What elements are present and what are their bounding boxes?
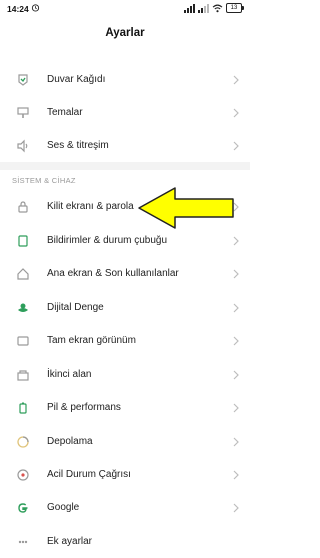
status-bar: 14:24 13 [0,0,250,18]
settings-item-label: Temalar [47,107,83,118]
wallpaper-icon [18,74,28,86]
section-header: SİSTEM & CİHAZ [12,176,76,185]
signal-icon [184,3,195,13]
settings-item-wallpaper[interactable]: Duvar Kağıdı [0,66,250,96]
battery-indicator: 13 [226,3,244,13]
settings-item-emergency-sos[interactable]: Acil Durum Çağrısı [0,461,250,491]
settings-item-label: İkinci alan [47,369,92,380]
chevron-right-icon [233,236,239,246]
section-divider [0,162,250,170]
settings-item-battery[interactable]: Pil & performans [0,394,250,424]
chevron-right-icon [233,437,239,447]
battery-icon [19,402,27,414]
settings-item-label: Ses & titreşim [47,140,109,151]
chevron-right-icon [233,141,239,151]
chevron-right-icon [233,470,239,480]
settings-item-label: Acil Durum Çağrısı [47,469,131,480]
settings-item-label: Depolama [47,436,93,447]
settings-item-second-space[interactable]: İkinci alan [0,361,250,391]
settings-item-additional[interactable]: Ek ayarlar [0,528,250,558]
battery-level: 13 [230,5,238,11]
settings-item-home-screen[interactable]: Ana ekran & Son kullanılanlar [0,260,250,290]
settings-item-label: Google [47,502,80,513]
home-icon [17,268,29,280]
settings-item-label: Kilit ekranı & parola [47,201,134,212]
google-icon [18,503,28,513]
sound-icon [17,139,28,153]
storage-icon [17,436,29,448]
chevron-right-icon [233,75,239,85]
lock-icon [18,201,28,213]
settings-item-label: Duvar Kağıdı [47,74,106,85]
wifi-icon [212,4,223,12]
settings-item-fullscreen[interactable]: Tam ekran görünüm [0,327,250,357]
chevron-right-icon [233,503,239,513]
settings-item-digital-wellbeing[interactable]: Dijital Denge [0,294,250,324]
settings-item-label: Bildirimler & durum çubuğu [47,235,168,246]
alarm-icon [31,4,40,12]
settings-item-notifications[interactable]: Bildirimler & durum çubuğu [0,227,250,257]
chevron-right-icon [233,269,239,279]
settings-item-storage[interactable]: Depolama [0,428,250,458]
settings-item-label: Dijital Denge [47,302,104,313]
chevron-right-icon [233,303,239,313]
page-title: Ayarlar [105,27,145,39]
highlight-arrow-icon [138,187,234,229]
chevron-right-icon [233,108,239,118]
settings-item-sound[interactable]: Ses & titreşim [0,132,250,162]
more-settings-icon [18,540,28,544]
settings-item-label: Ana ekran & Son kullanılanlar [47,268,179,279]
settings-item-label: Tam ekran görünüm [47,335,136,346]
status-time: 14:24 [7,4,29,14]
second-space-icon [17,370,29,381]
settings-item-label: Pil & performans [47,402,121,413]
settings-item-google[interactable]: Google [0,494,250,524]
chevron-right-icon [233,370,239,380]
sos-icon [17,469,29,481]
digital-wellbeing-icon [18,303,28,312]
chevron-right-icon [233,336,239,346]
notifications-icon [18,235,28,247]
chevron-right-icon [233,403,239,413]
fullscreen-icon [17,336,29,346]
themes-icon [17,107,29,118]
settings-item-themes[interactable]: Temalar [0,99,250,129]
signal-icon-2 [198,3,209,13]
